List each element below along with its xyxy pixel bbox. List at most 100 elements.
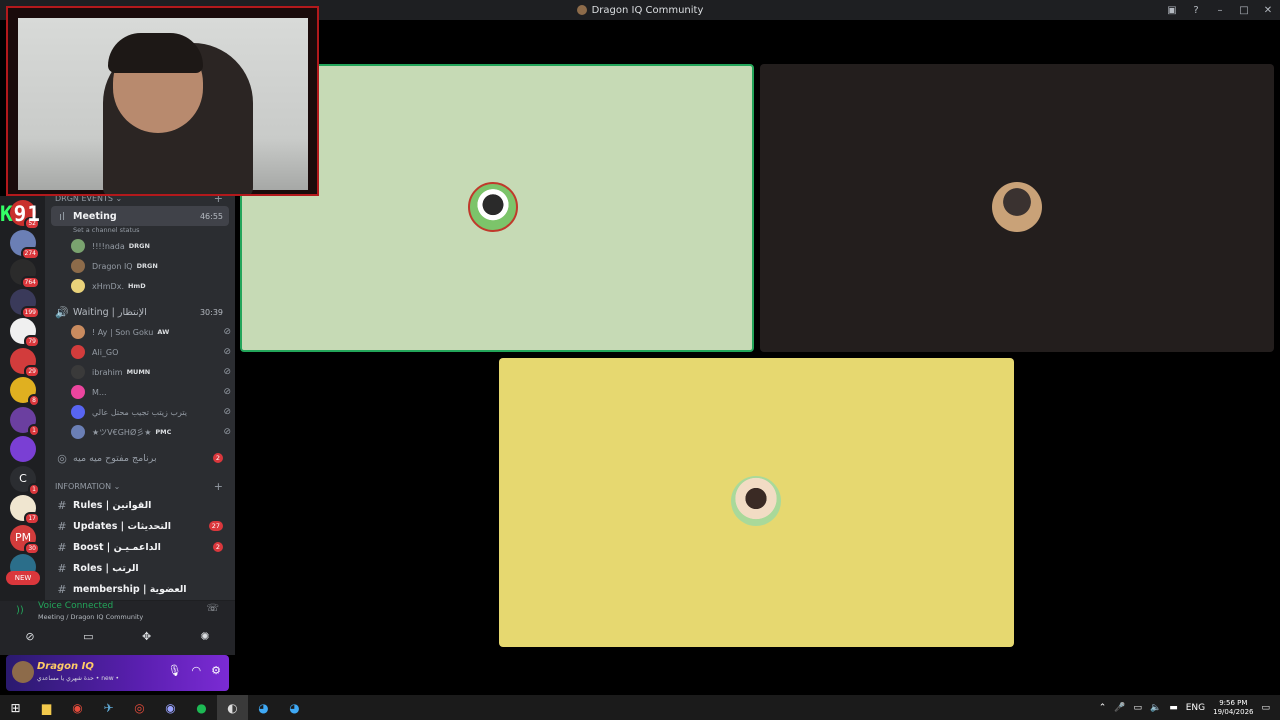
voice-status[interactable]: Voice Connected — [38, 601, 113, 611]
voice-member[interactable]: !!!!nada DRGN — [71, 237, 231, 255]
voice-channel-meeting[interactable]: ıl Meeting 46:55 — [51, 206, 229, 226]
member-tag: DRGN — [136, 262, 158, 270]
text-channel[interactable]: # Roles | الرتب — [51, 558, 229, 578]
inbox-icon[interactable]: ▣ — [1160, 5, 1184, 16]
server-icon[interactable]: 1 — [10, 406, 40, 437]
mic-tray-icon[interactable]: 🎤 — [1114, 703, 1125, 713]
soundboard-icon[interactable]: ✺ — [185, 627, 225, 647]
server-badge: 29 — [24, 364, 40, 378]
server-icon[interactable]: 274 — [10, 229, 40, 260]
notifications-icon[interactable]: ▭ — [1261, 703, 1270, 713]
hash-icon: # — [57, 582, 67, 596]
window-title-text: Dragon IQ Community — [591, 4, 704, 16]
chrome-icon[interactable]: ◉ — [62, 695, 93, 720]
server-icon[interactable]: 199 — [10, 288, 40, 319]
member-avatar — [71, 259, 85, 273]
app-icon[interactable]: ◕ — [248, 695, 279, 720]
hash-icon: # — [57, 498, 67, 512]
close-button[interactable]: ✕ — [1256, 5, 1280, 16]
clock-time: 9:56 PM — [1219, 698, 1248, 707]
voice-channel-path[interactable]: Meeting / Dragon IQ Community — [38, 613, 143, 621]
server-icon[interactable]: C1 — [10, 465, 40, 496]
network-icon[interactable]: ▭ — [1133, 703, 1142, 713]
voice-member[interactable]: ibrahim MUMN ⊘ — [71, 363, 231, 381]
member-name: يترب زيتب تجيب محتل عالي — [92, 407, 188, 417]
member-avatar — [71, 325, 85, 339]
deafened-icon: ⊘ — [223, 427, 231, 437]
voice-channel-waiting[interactable]: 🔊 Waiting | الإنتظار 30:39 — [51, 302, 229, 322]
voice-member[interactable]: Ali_GO ⊘ — [71, 343, 231, 361]
help-icon[interactable]: ? — [1184, 5, 1208, 16]
webcam-overlay — [6, 6, 319, 196]
app-icon-2[interactable]: ◕ — [279, 695, 310, 720]
text-channel[interactable]: # Updates | التحديثات 27 — [51, 516, 229, 536]
steam-icon[interactable]: ✈ — [93, 695, 124, 720]
minimize-button[interactable]: – — [1208, 5, 1232, 16]
headphones-icon[interactable]: ◠ — [192, 664, 202, 677]
voice-member[interactable]: xHmDx. HmD — [71, 277, 231, 295]
video-tile[interactable] — [760, 64, 1274, 352]
participant-avatar — [468, 182, 518, 232]
text-channel[interactable]: # Boost | الداعمـيـن 2 — [51, 537, 229, 557]
mention-badge: 2 — [212, 453, 223, 463]
taskbar: ⊞ ▆ ◉ ✈ ◎ ◉ ● ◐ ◕ ◕ ⌃ 🎤 ▭ 🔈 ▬ ENG 9:56 P… — [0, 695, 1280, 720]
member-avatar — [71, 279, 85, 293]
server-icon[interactable]: 29 — [10, 347, 40, 378]
server-icon[interactable]: 79 — [10, 318, 40, 348]
channel-sidebar: DRGN Events ⌄ + ıl Meeting 46:55 Set a c… — [45, 190, 235, 600]
discord-icon[interactable]: ◉ — [155, 695, 186, 720]
stage-icon: ◎ — [57, 451, 67, 465]
language-indicator[interactable]: ENG — [1186, 703, 1205, 713]
user-controls: 🎙 ◠ ⚙ — [168, 664, 221, 677]
battery-icon[interactable]: ▬ — [1169, 703, 1178, 713]
voice-member[interactable]: يترب زيتب تجيب محتل عالي ⊘ — [71, 403, 231, 421]
unread-badge: 27 — [208, 521, 223, 531]
voice-member[interactable]: ! Ay | Son Goku AW ⊘ — [71, 323, 231, 341]
member-tag: MUMN — [126, 368, 151, 376]
new-servers-pill[interactable]: NEW — [6, 571, 40, 585]
disconnect-icon[interactable]: ☏ — [206, 603, 219, 614]
server-icon[interactable]: 17 — [10, 495, 40, 525]
user-status: حدة شهري يا مساعدي • new • — [37, 675, 120, 682]
video-tile[interactable] — [499, 358, 1014, 647]
file-explorer-icon[interactable]: ▆ — [31, 695, 62, 720]
webcam-score: K91 — [0, 202, 41, 226]
channel-program[interactable]: ◎ برنامج مفتوح ميه ميه 2 — [51, 448, 229, 468]
server-icon[interactable]: 764 — [10, 259, 40, 289]
member-tag: DRGN — [128, 242, 150, 250]
maximize-button[interactable]: □ — [1232, 5, 1256, 16]
category-information[interactable]: INFORMATION ⌄ — [55, 482, 120, 491]
channel-status[interactable]: Set a channel status — [73, 226, 140, 234]
server-icon[interactable] — [10, 436, 36, 462]
spotify-icon[interactable]: ● — [186, 695, 217, 720]
clock[interactable]: 9:56 PM 19/04/2026 — [1213, 699, 1253, 717]
deafened-icon: ⊘ — [223, 387, 231, 397]
server-icon[interactable]: PM 30 — [10, 524, 40, 555]
voice-icon: ıl — [58, 209, 66, 223]
deafened-icon: ⊘ — [223, 327, 231, 337]
voice-connected-panel: )) Voice Connected Meeting / Dragon IQ C… — [0, 600, 235, 655]
voice-member[interactable]: Dragon IQ DRGN — [71, 257, 231, 275]
server-icon[interactable]: 8 — [10, 377, 40, 407]
start-icon[interactable]: ⊞ — [0, 695, 31, 720]
microphone-icon[interactable]: 🎙 — [168, 664, 182, 677]
settings-icon[interactable]: ⚙ — [211, 664, 221, 677]
text-channel[interactable]: # membership | العضوية — [51, 579, 229, 599]
activities-icon[interactable]: ✥ — [127, 627, 167, 647]
text-channel[interactable]: # Rules | القوانين — [51, 495, 229, 515]
voice-member[interactable]: ★ツV€GHØ彡★ PMC ⊘ — [71, 423, 231, 441]
opera-icon[interactable]: ◎ — [124, 695, 155, 720]
volume-icon[interactable]: 🔈 — [1150, 703, 1161, 713]
obs-icon[interactable]: ◐ — [217, 695, 248, 720]
user-avatar[interactable] — [12, 661, 34, 683]
add-channel-icon[interactable]: + — [214, 480, 223, 493]
screen-share-icon[interactable]: ▭ — [68, 627, 108, 647]
discord-window: Dragon IQ Community ▣ ? – □ ✕ 52 274 764 19… — [0, 0, 1280, 720]
chevron-up-icon[interactable]: ⌃ — [1099, 703, 1107, 713]
camera-off-icon[interactable]: ⊘ — [10, 627, 50, 647]
server-badge: 199 — [20, 305, 40, 319]
voice-member[interactable]: M... ⊘ — [71, 383, 231, 401]
member-name: ! Ay | Son Goku — [92, 327, 154, 337]
signal-icon[interactable]: )) — [16, 605, 24, 616]
user-name[interactable]: Dragon IQ — [37, 661, 94, 672]
